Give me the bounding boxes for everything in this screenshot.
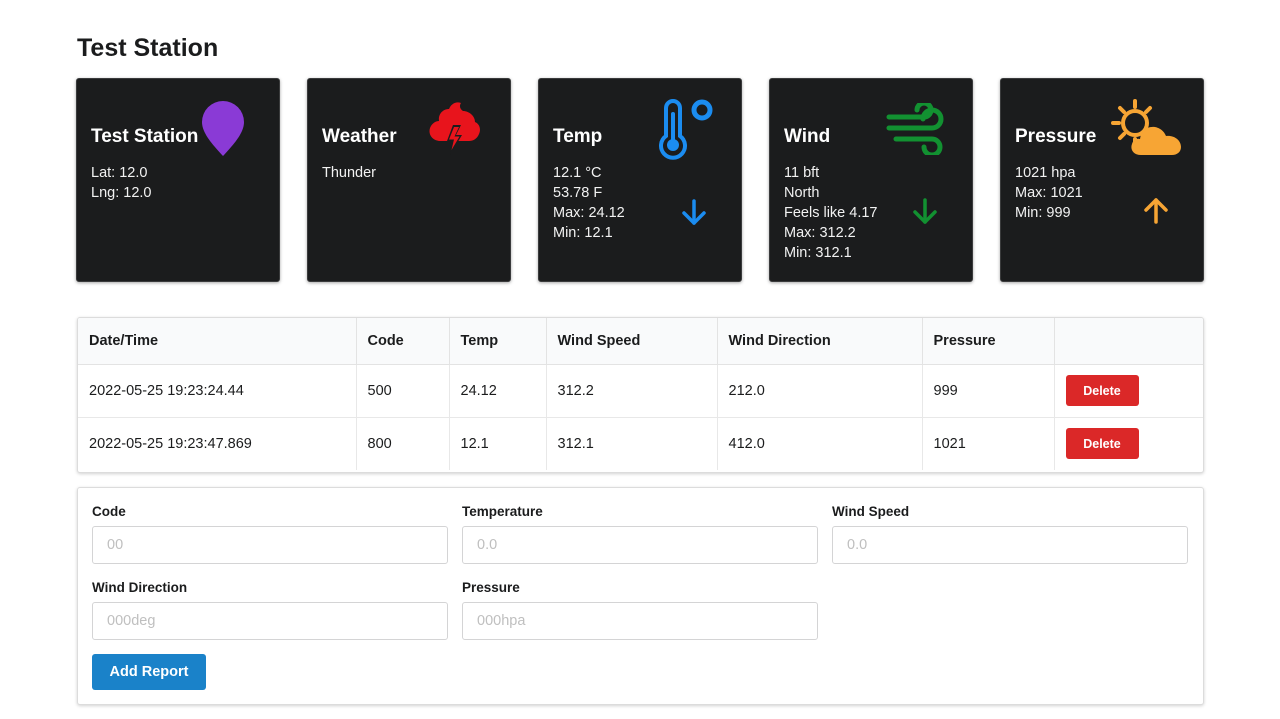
pressure-min: Min: 999	[1015, 205, 1071, 221]
header-wind-speed: Wind Speed	[546, 318, 718, 365]
station-cards: Test Station Lat: 12.0 Lng: 12.0 Weather…	[76, 78, 1206, 284]
temp-max: Max: 24.12	[553, 205, 625, 221]
cell-actions: Delete	[1054, 364, 1203, 418]
weather-condition: Thunder	[322, 165, 377, 181]
thermometer-icon	[655, 98, 715, 165]
table-header-row: Date/Time Code Temp Wind Speed Wind Dire…	[78, 318, 1203, 365]
cell-wind-speed: 312.2	[546, 364, 718, 418]
header-actions	[1054, 318, 1203, 365]
station-lat: Lat: 12.0	[91, 165, 148, 181]
cell-wind-speed: 312.1	[546, 417, 718, 470]
station-card: Test Station Lat: 12.0 Lng: 12.0	[76, 78, 280, 282]
delete-button[interactable]: Delete	[1065, 375, 1139, 406]
reports-table: Date/Time Code Temp Wind Speed Wind Dire…	[77, 317, 1204, 473]
add-report-button[interactable]: Add Report	[92, 654, 206, 690]
pressure-current: 1021 hpa	[1015, 165, 1076, 181]
cell-pressure: 1021	[922, 417, 1055, 470]
cell-datetime: 2022-05-25 19:23:24.44	[78, 364, 357, 418]
cell-code: 500	[356, 364, 450, 418]
cell-code: 800	[356, 417, 450, 470]
wind-icon	[886, 100, 946, 160]
weather-card: Weather Thunder	[307, 78, 511, 282]
page: Test Station Test Station Lat: 12.0 Lng:…	[0, 0, 1280, 719]
cell-datetime: 2022-05-25 19:23:47.869	[78, 417, 357, 470]
temp-min: Min: 12.1	[553, 225, 613, 241]
temperature-field-group: Temperature	[462, 504, 818, 564]
pressure-card-title: Pressure	[1015, 126, 1097, 147]
code-field-group: Code	[92, 504, 448, 564]
cell-temp: 12.1	[449, 417, 547, 470]
wind-max: Max: 312.2	[784, 225, 856, 241]
cell-wind-direction: 212.0	[717, 364, 923, 418]
cell-wind-direction: 412.0	[717, 417, 923, 470]
page-title: Test Station	[77, 34, 219, 62]
header-code: Code	[356, 318, 450, 365]
station-card-lines: Lat: 12.0 Lng: 12.0	[91, 163, 151, 203]
pressure-field-group: Pressure	[462, 580, 818, 640]
delete-button[interactable]: Delete	[1065, 428, 1139, 460]
wind-direction-label: Wind Direction	[92, 580, 188, 595]
station-lng: Lng: 12.0	[91, 185, 152, 201]
arrow-down-icon	[679, 198, 709, 231]
wind-beaufort: 11 bft	[784, 165, 820, 181]
temp-card: Temp 12.1 °C 53.78 F Max: 24.12 Min: 12.…	[538, 78, 742, 282]
pressure-card: Pressure 1021 hpa Max: 1021 Min: 999	[1000, 78, 1204, 282]
cell-actions: Delete	[1054, 417, 1203, 470]
thunderstorm-icon	[427, 99, 481, 164]
temp-fahrenheit: 53.78 F	[553, 185, 603, 201]
code-label: Code	[92, 504, 126, 519]
header-wind-direction: Wind Direction	[717, 318, 923, 365]
weather-card-lines: Thunder	[322, 163, 376, 183]
wind-speed-field-group: Wind Speed	[832, 504, 1188, 564]
header-pressure: Pressure	[922, 318, 1055, 365]
temperature-input[interactable]	[462, 526, 818, 564]
code-input[interactable]	[92, 526, 448, 564]
wind-card-lines: 11 bft North Feels like 4.17 Max: 312.2 …	[784, 163, 878, 263]
arrow-down-icon	[910, 197, 940, 230]
weather-card-title: Weather	[322, 126, 397, 147]
header-datetime: Date/Time	[78, 318, 357, 365]
wind-card-title: Wind	[784, 126, 831, 147]
map-pin-icon	[200, 100, 246, 163]
cell-pressure: 999	[922, 364, 1055, 418]
station-card-title: Test Station	[91, 126, 199, 147]
temp-card-title: Temp	[553, 126, 603, 147]
partly-cloudy-icon	[1111, 99, 1187, 166]
wind-min: Min: 312.1	[784, 245, 852, 261]
temp-card-lines: 12.1 °C 53.78 F Max: 24.12 Min: 12.1	[553, 163, 625, 243]
arrow-up-icon	[1141, 197, 1171, 230]
pressure-label: Pressure	[462, 580, 520, 595]
wind-card: Wind 11 bft North Feels like 4.17 Max: 3…	[769, 78, 973, 282]
table-row: 2022-05-25 19:23:24.44 500 24.12 312.2 2…	[78, 364, 1203, 418]
temp-celsius: 12.1 °C	[553, 165, 602, 181]
wind-speed-input[interactable]	[832, 526, 1188, 564]
wind-direction-input[interactable]	[92, 602, 448, 640]
wind-feels-like: Feels like 4.17	[784, 205, 878, 221]
pressure-input[interactable]	[462, 602, 818, 640]
pressure-max: Max: 1021	[1015, 185, 1083, 201]
add-report-form: Code Temperature Wind Speed Wind Directi…	[77, 487, 1204, 705]
cell-temp: 24.12	[449, 364, 547, 418]
header-temp: Temp	[449, 318, 547, 365]
wind-direction-field-group: Wind Direction	[92, 580, 448, 640]
wind-speed-label: Wind Speed	[832, 504, 910, 519]
table-row: 2022-05-25 19:23:47.869 800 12.1 312.1 4…	[78, 417, 1203, 470]
wind-direction-label: North	[784, 185, 820, 201]
temperature-label: Temperature	[462, 504, 543, 519]
pressure-card-lines: 1021 hpa Max: 1021 Min: 999	[1015, 163, 1083, 223]
